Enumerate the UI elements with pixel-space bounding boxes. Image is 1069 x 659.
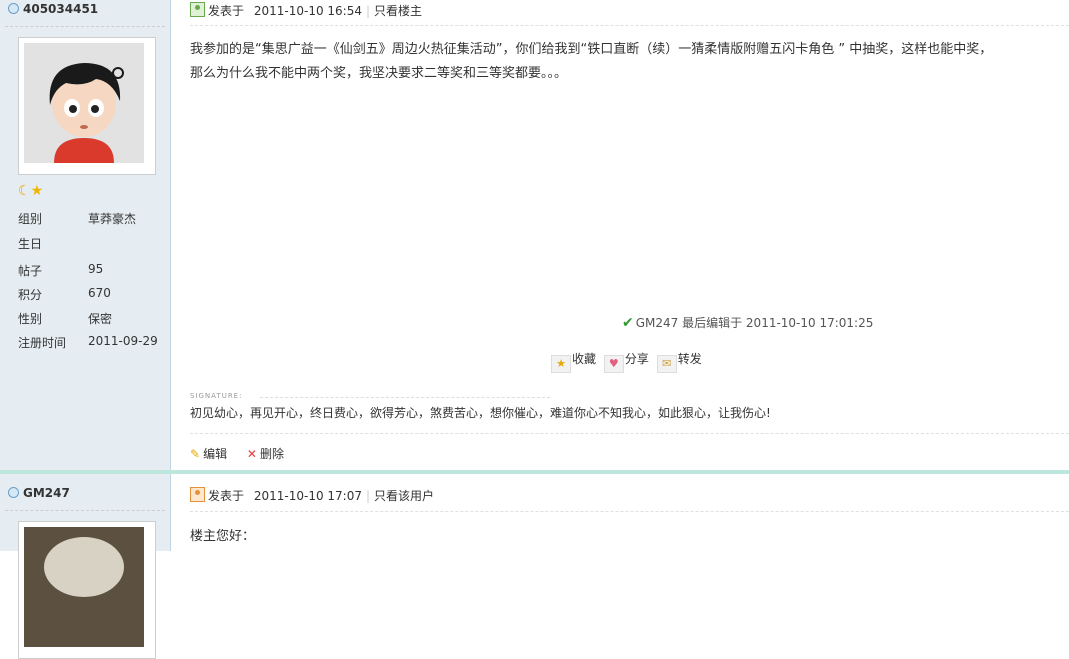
- profile-value[interactable]: 95: [88, 262, 103, 276]
- signature-text: 初见幼心，再见开心，终日费心，欲得芳心，煞费苦心，想你催心，难道你心不知我心，如…: [190, 406, 771, 420]
- portrait-icon: [24, 527, 144, 647]
- author-name[interactable]: 405034451: [8, 2, 98, 16]
- post-separator: [0, 470, 1069, 474]
- profile-value: 保密: [88, 312, 113, 326]
- profile-row: 生日: [18, 235, 168, 259]
- post-actions: ★ 收藏 ♥ 分享 ✉ 转发: [551, 350, 706, 373]
- post-footer: ✎ 编辑 ✕ 删除: [190, 445, 300, 462]
- envelope-icon: ✉: [656, 355, 677, 373]
- delete-button[interactable]: ✕ 删除: [247, 447, 284, 461]
- profile-key: 组别: [18, 212, 43, 226]
- rank-badges: ☾★: [18, 183, 43, 199]
- profile-key: 帖子: [18, 264, 43, 278]
- profile-key: 生日: [18, 237, 43, 251]
- post-text-line: 楼主您好：: [190, 529, 256, 544]
- author-name[interactable]: GM247: [8, 486, 70, 500]
- profile-row: 性别 保密: [18, 310, 168, 334]
- divider: [190, 511, 1069, 512]
- check-icon: ✔: [622, 315, 634, 331]
- post-online-icon: [190, 2, 205, 17]
- post-time: 2011-10-10 16:54: [253, 4, 362, 18]
- profile-value: 2011-09-29: [88, 334, 158, 348]
- pencil-icon: ✎: [190, 447, 201, 461]
- avatar-image: [24, 43, 144, 163]
- star-icon: ★: [551, 355, 571, 373]
- edit-note-text: GM247 最后编辑于 2011-10-10 17:01:25: [635, 316, 874, 330]
- profile-row: 帖子 95: [18, 262, 168, 286]
- profile-key: 注册时间: [18, 336, 67, 350]
- post-body: 我参加的是“集思广益一《仙剑五》周边火热征集活动”，你们给我到“铁口直断（续）一…: [190, 38, 1069, 86]
- author-panel: 405034451 ☾★ 组别 草莽豪杰 生日 帖子 95 积分 670 性别 …: [0, 0, 170, 470]
- share-button[interactable]: ♥ 分享: [603, 350, 649, 373]
- profile-value: 670: [88, 286, 111, 300]
- posted-label: 发表于: [208, 489, 245, 503]
- post-body: 楼主您好：: [190, 525, 1069, 549]
- author-panel: GM247: [0, 476, 170, 659]
- profile-row: 组别 草莽豪杰: [18, 210, 168, 234]
- avatar[interactable]: [18, 37, 156, 175]
- post-online-icon: [190, 487, 205, 502]
- signature-divider: [260, 397, 550, 398]
- cartoon-boy-icon: [24, 43, 144, 163]
- post-time: 2011-10-10 17:07: [253, 489, 362, 503]
- profile-key: 性别: [18, 312, 43, 326]
- favorite-button[interactable]: ★ 收藏: [551, 350, 596, 373]
- only-user-link[interactable]: 只看该用户: [374, 489, 434, 503]
- heart-icon: ♥: [603, 355, 624, 373]
- profile-value[interactable]: 草莽豪杰: [88, 210, 136, 227]
- edit-button[interactable]: ✎ 编辑: [190, 447, 227, 461]
- posted-label: 发表于: [208, 4, 245, 18]
- divider: [190, 25, 1069, 26]
- divider: [190, 433, 1069, 434]
- profile-row: 注册时间 2011-09-29: [18, 334, 168, 358]
- only-author-link[interactable]: 只看楼主: [374, 4, 422, 18]
- post-text-line: 那么为什么我不能中两个奖，我坚决要求二等奖和三等奖都要。。。: [190, 66, 568, 81]
- post-text-line: 我参加的是“集思广益一《仙剑五》周边火热征集活动”，你们给我到“铁口直断（续）一…: [190, 42, 993, 57]
- star-icon: ★: [30, 183, 44, 199]
- profile-row: 积分 670: [18, 286, 168, 310]
- divider: [5, 510, 165, 511]
- moon-icon: ☾: [18, 183, 31, 199]
- post-header: 发表于 2011-10-10 17:07 | 只看该用户: [190, 487, 434, 504]
- edit-note: ✔ GM247 最后编辑于 2011-10-10 17:01:25: [622, 314, 873, 331]
- online-status-icon: [8, 487, 19, 498]
- post-header: 发表于 2011-10-10 16:54 | 只看楼主: [190, 2, 422, 19]
- avatar[interactable]: [18, 521, 156, 659]
- signature-label: SIGNATURE:: [190, 392, 243, 400]
- close-icon: ✕: [246, 447, 257, 461]
- online-status-icon: [8, 3, 19, 14]
- forward-button[interactable]: ✉ 转发: [656, 350, 702, 373]
- avatar-image: [24, 527, 144, 647]
- profile-key: 积分: [18, 288, 43, 302]
- divider: [5, 26, 165, 27]
